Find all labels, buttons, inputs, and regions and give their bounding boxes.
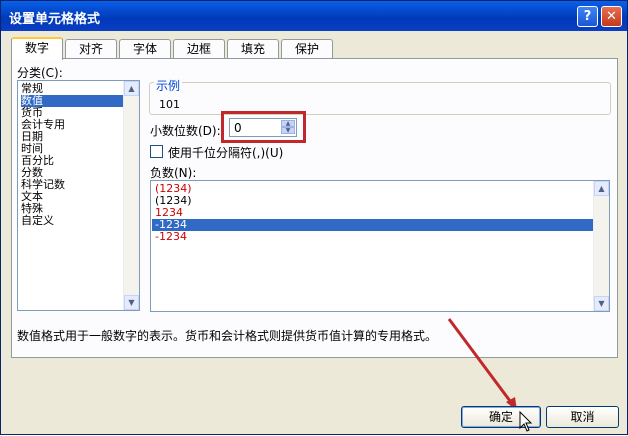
cancel-button[interactable]: 取消 — [546, 406, 619, 428]
annotation-arrow-icon — [447, 318, 517, 411]
tab-number[interactable]: 数字 — [11, 37, 63, 60]
mouse-cursor-icon — [519, 411, 533, 432]
format-cells-dialog: 设置单元格格式 ? ✕ 数字 对齐 字体 边框 填充 保护 分类(C): 常规 … — [0, 0, 628, 435]
